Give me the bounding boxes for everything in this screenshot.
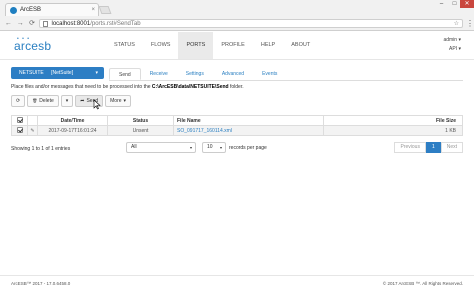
column-status[interactable]: Status <box>107 115 174 126</box>
refresh-icon: ⟳ <box>16 98 21 104</box>
info-suffix: folder. <box>228 84 244 90</box>
close-tab-icon[interactable]: × <box>91 7 98 13</box>
info-path: C:\ArcESB\data\NETSUITE\Send <box>151 84 229 90</box>
address-bar[interactable]: localhost:8001/ports.rst#SendTab ☆ <box>39 19 464 28</box>
nav-ports[interactable]: PORTS <box>178 32 214 59</box>
nav-profile[interactable]: PROFILE <box>213 32 253 59</box>
records-per-page-select[interactable]: 10 ▾ <box>202 142 226 153</box>
connector-tabs: Send Receive Settings Advanced Events <box>109 68 286 80</box>
arcesb-logo[interactable]: arcesb <box>14 39 51 53</box>
close-window-button[interactable]: ✕ <box>460 0 474 8</box>
info-prefix: Place files and/or messages that need to… <box>11 84 152 90</box>
entries-summary: Showing 1 to 1 of 1 entries <box>11 146 71 152</box>
browser-tab[interactable]: ArcESB × <box>5 3 99 16</box>
url-host: localhost:8001 <box>51 20 91 27</box>
delete-button[interactable]: 🗑 Delete <box>27 95 59 107</box>
select-all-checkbox[interactable] <box>16 116 23 123</box>
nav-about[interactable]: ABOUT <box>283 32 318 59</box>
select-all-cell[interactable] <box>11 115 28 126</box>
tab-title: ArcESB <box>20 7 42 13</box>
row-status: Unsent <box>107 125 174 136</box>
browser-chrome: ArcESB × – □ ✕ ← → ⟳ localhost:8001/port… <box>0 0 474 31</box>
row-filename-link[interactable]: SO_091717_160114.xml <box>173 125 324 136</box>
previous-page-button[interactable]: Previous <box>394 142 426 153</box>
version-text: ArcESB™ 2017 - 17.0.6458.0 <box>11 281 71 286</box>
tab-events[interactable]: Events <box>253 68 286 80</box>
more-label: More <box>110 98 122 104</box>
tab-settings[interactable]: Settings <box>177 68 213 80</box>
refresh-button[interactable]: ⟳ <box>11 95 26 107</box>
status-filter-value: All <box>131 144 137 150</box>
page-icon <box>43 20 49 27</box>
trash-icon: 🗑 <box>32 98 38 103</box>
tab-send[interactable]: Send <box>109 68 141 80</box>
row-icon-cell: ✎ <box>27 125 38 136</box>
records-per-page-label: records per page <box>229 145 267 151</box>
bookmark-star-icon[interactable]: ☆ <box>454 20 459 28</box>
table-row[interactable]: ✎ 2017-09-17T16:01:24 Unsent SO_091717_1… <box>11 125 463 136</box>
tab-receive[interactable]: Receive <box>141 68 177 80</box>
row-checkbox[interactable] <box>16 126 23 133</box>
row-datetime: 2017-09-17T16:01:24 <box>37 125 108 136</box>
main-nav: STATUS FLOWS PORTS PROFILE HELP ABOUT <box>106 32 318 59</box>
status-filter-select[interactable]: All ▾ <box>126 142 196 153</box>
mouse-cursor-icon <box>93 100 101 110</box>
connector-name: NETSUITE <box>19 70 44 76</box>
minimize-window-button[interactable]: – <box>436 0 447 8</box>
browser-menu-icon[interactable]: ⋮ <box>466 19 474 28</box>
column-datetime[interactable]: Date/Time <box>37 115 108 126</box>
new-tab-button[interactable] <box>98 6 112 14</box>
send-icon: ➦ <box>80 98 85 104</box>
files-table: Date/Time Status File Name File Size ✎ 2… <box>11 115 463 136</box>
row-filesize: 1 KB <box>323 125 463 136</box>
records-value: 10 <box>207 144 213 150</box>
connector-select[interactable]: NETSUITE [NetSuite] ▾ <box>11 67 104 79</box>
send-folder-info: Place files and/or messages that need to… <box>11 84 244 90</box>
chevron-down-icon: ▾ <box>65 98 69 104</box>
nav-status[interactable]: STATUS <box>106 32 143 59</box>
chevron-down-icon: ▾ <box>219 145 222 150</box>
back-icon[interactable]: ← <box>4 19 13 28</box>
column-filesize[interactable]: File Size <box>323 115 463 126</box>
next-page-button[interactable]: Next <box>440 142 463 153</box>
nav-help[interactable]: HELP <box>253 32 283 59</box>
tab-advanced[interactable]: Advanced <box>213 68 253 80</box>
icon-column-header <box>27 115 38 126</box>
forward-icon[interactable]: → <box>16 19 25 28</box>
edit-icon[interactable]: ✎ <box>30 128 34 134</box>
row-select-cell[interactable] <box>11 125 28 136</box>
page-1-button[interactable]: 1 <box>425 142 441 153</box>
copyright-text: © 2017 ArcESB ™. All Rights Reserved. <box>382 281 463 286</box>
url-path: /ports.rst#SendTab <box>90 20 141 27</box>
maximize-window-button[interactable]: □ <box>449 0 460 8</box>
table-header-row: Date/Time Status File Name File Size <box>11 115 463 126</box>
chevron-down-icon: ▾ <box>95 70 98 76</box>
delete-label: Delete <box>39 98 54 104</box>
api-menu[interactable]: API ▾ <box>443 45 461 54</box>
chevron-down-icon: ▾ <box>189 145 192 150</box>
pagination: Previous 1 Next <box>394 142 463 153</box>
file-toolbar: ⟳ 🗑 Delete ▾ ➦ Send More ▾ <box>11 95 132 107</box>
chevron-down-icon: ▾ <box>123 98 127 104</box>
more-button[interactable]: More ▾ <box>105 95 132 107</box>
app-footer: ArcESB™ 2017 - 17.0.6458.0 © 2017 ArcESB… <box>0 275 474 289</box>
address-row: ← → ⟳ localhost:8001/ports.rst#SendTab ☆… <box>0 17 474 30</box>
user-area: admin ▾ API ▾ <box>443 36 461 54</box>
column-filename[interactable]: File Name <box>173 115 324 126</box>
nav-flows[interactable]: FLOWS <box>143 32 179 59</box>
tab-divider <box>109 80 463 81</box>
arcesb-favicon-icon <box>10 6 17 14</box>
reload-icon[interactable]: ⟳ <box>28 19 37 28</box>
delete-dropdown-button[interactable]: ▾ <box>60 95 74 107</box>
user-menu[interactable]: admin ▾ <box>443 36 461 45</box>
connector-type: [NetSuite] <box>51 70 74 76</box>
